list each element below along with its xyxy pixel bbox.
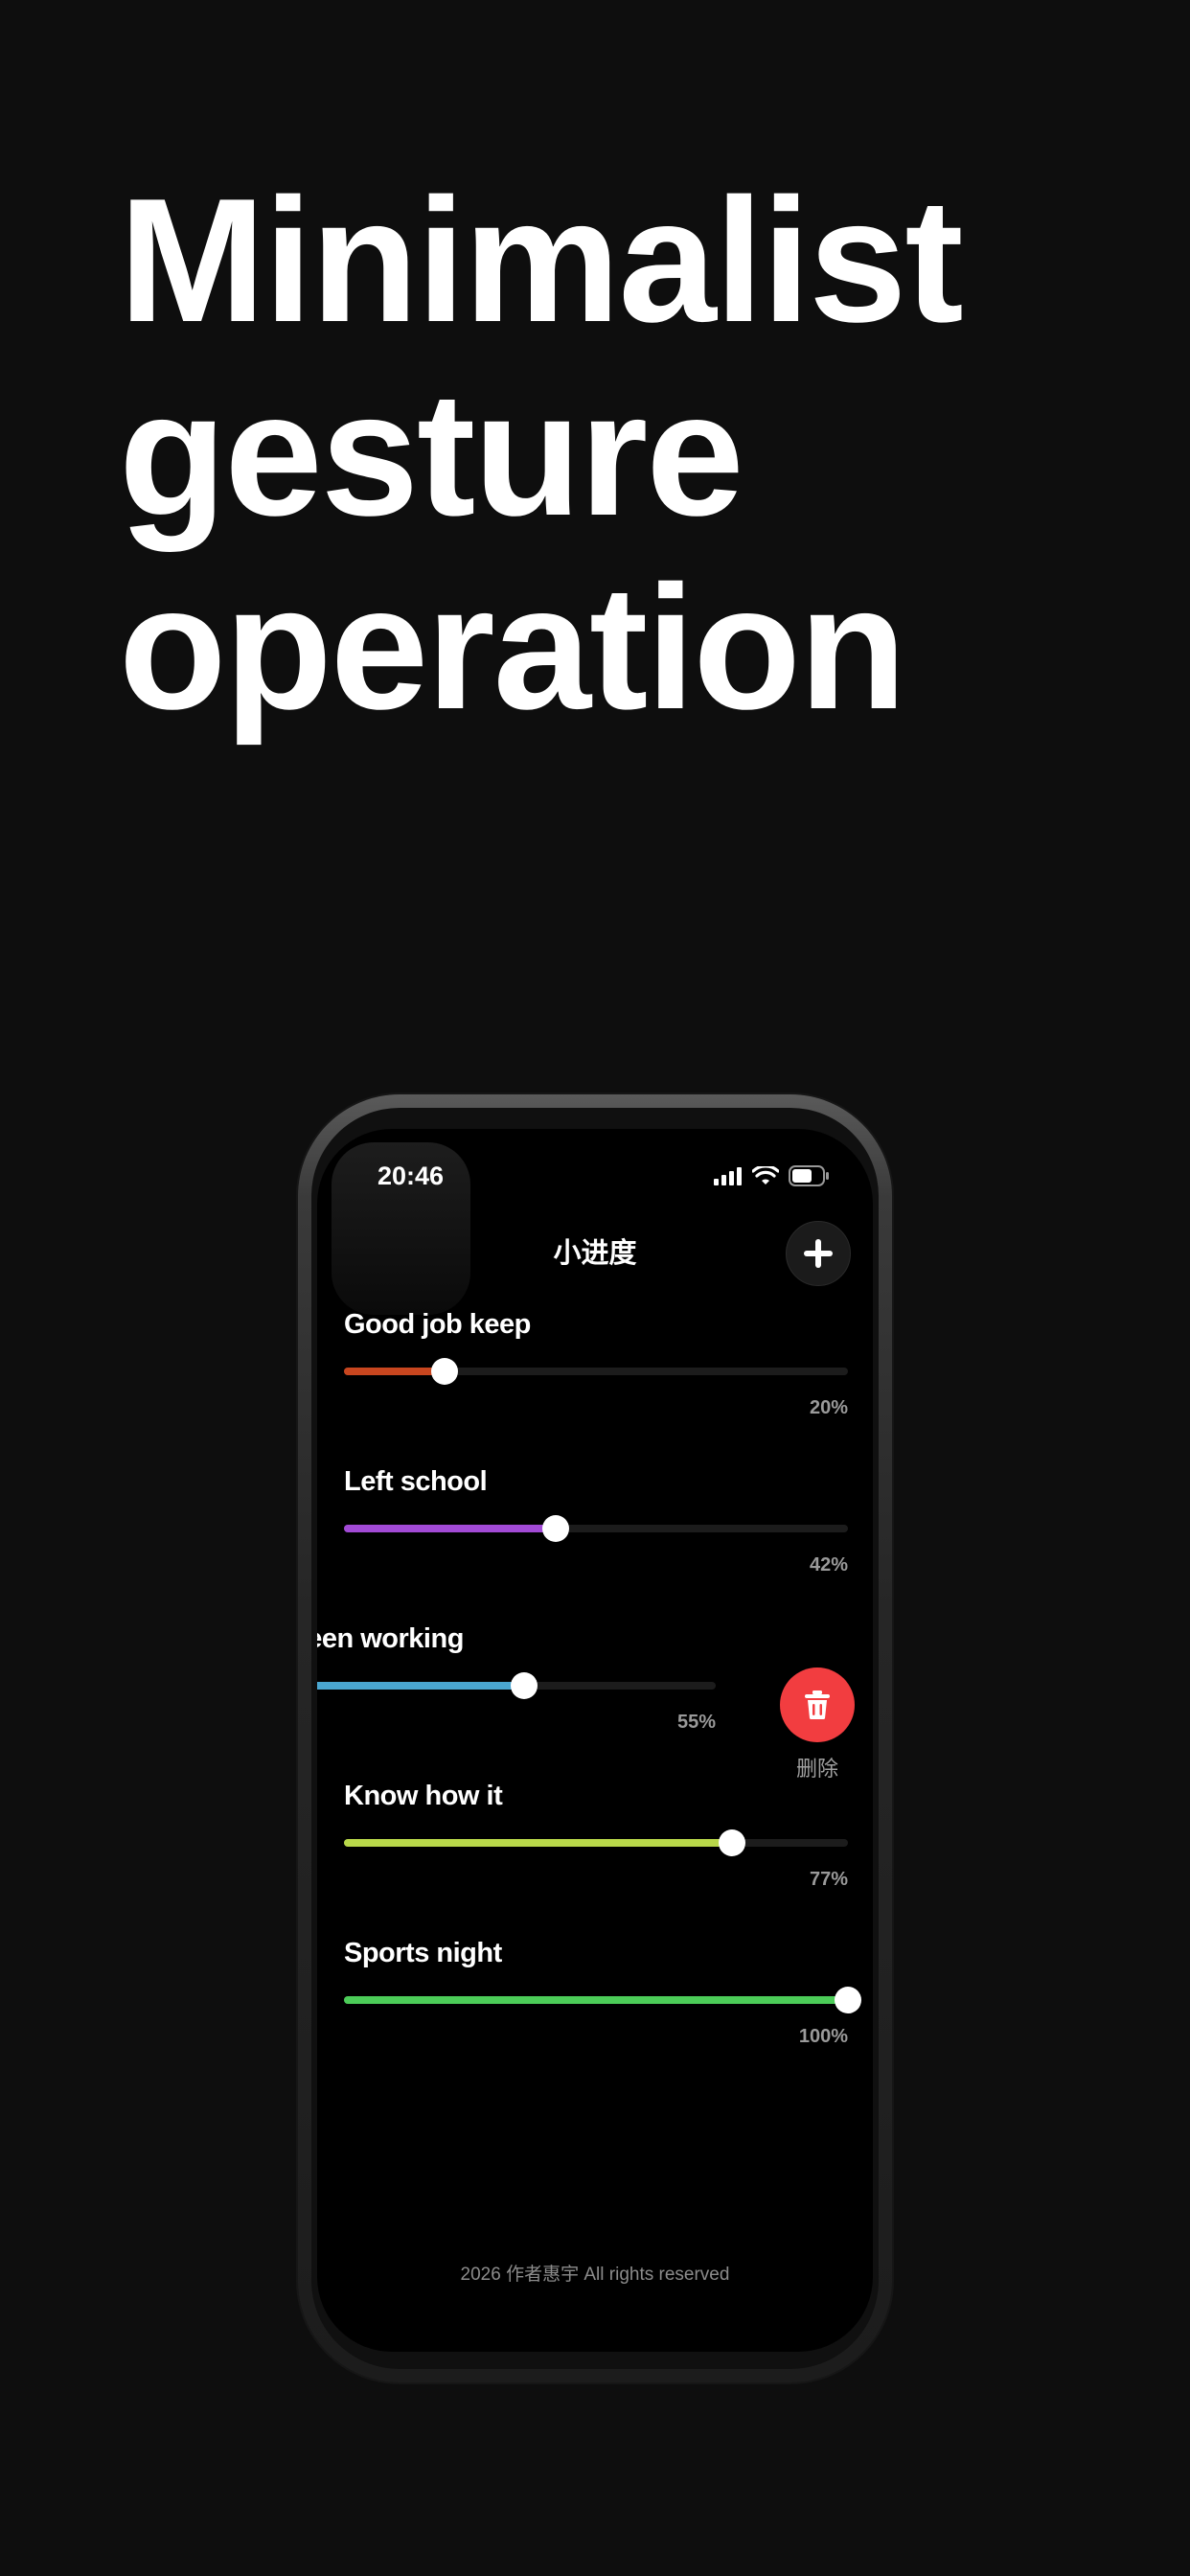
headline-line-1: Minimalist: [119, 161, 964, 358]
task-title: Good job keep: [344, 1309, 531, 1340]
cellular-signal-icon: [714, 1167, 742, 1185]
progress-percent: 100%: [798, 2026, 848, 2047]
task-title: been working: [317, 1623, 464, 1654]
progress-percent: 77%: [809, 1869, 848, 1890]
progress-slider-handle[interactable]: [835, 1987, 861, 2013]
task-title: Sports night: [344, 1938, 502, 1968]
progress-fill: [344, 1996, 848, 2004]
task-row[interactable]: Good job keep 20%: [344, 1309, 848, 1434]
status-time: 20:46: [378, 1162, 445, 1190]
progress-track[interactable]: [344, 1525, 848, 1532]
progress-fill: [344, 1368, 446, 1375]
delete-action[interactable]: 删除: [779, 1668, 856, 1782]
progress-slider-handle[interactable]: [431, 1358, 459, 1385]
progress-percent: 42%: [809, 1554, 848, 1576]
headline-line-3: operation: [119, 548, 906, 746]
progress-slider-handle[interactable]: [541, 1515, 569, 1542]
phone-frame: 20:46 小进度 Good job keep 20% Left school …: [298, 1094, 892, 2382]
progress-fill: [317, 1682, 525, 1690]
task-row[interactable]: Know how it 77%: [344, 1781, 848, 1905]
task-row[interactable]: been working 55%: [317, 1623, 716, 1748]
wifi-icon: [752, 1166, 779, 1184]
headline: Minimalist gesture operation: [119, 161, 964, 746]
task-row[interactable]: Left school 42%: [344, 1466, 848, 1591]
progress-track[interactable]: [344, 1996, 848, 2004]
task-title: Know how it: [344, 1781, 503, 1811]
delete-label: 删除: [795, 1757, 838, 1781]
battery-icon: [789, 1165, 829, 1186]
progress-percent: 55%: [676, 1712, 716, 1733]
progress-fill: [344, 1525, 556, 1532]
plus-icon: [804, 1239, 833, 1268]
progress-track[interactable]: [344, 1368, 848, 1375]
trash-icon: [805, 1690, 830, 1719]
progress-slider-handle[interactable]: [511, 1672, 538, 1699]
progress-track[interactable]: [344, 1839, 848, 1847]
progress-slider-handle[interactable]: [719, 1829, 746, 1856]
status-icons: [714, 1165, 831, 1186]
progress-fill: [344, 1839, 733, 1847]
headline-line-2: gesture: [119, 355, 744, 552]
marketing-page: Minimalist gesture operation 20:46 小进度 G…: [0, 0, 1190, 2576]
delete-button[interactable]: [780, 1668, 855, 1742]
copyright-footer: 2026 作者惠宇 All rights reserved: [460, 2265, 730, 2285]
task-row[interactable]: Sports night 100%: [344, 1938, 861, 2062]
task-title: Left school: [344, 1466, 488, 1497]
progress-percent: 20%: [809, 1397, 848, 1418]
app-screen: 20:46 小进度 Good job keep 20% Left school …: [317, 1129, 873, 2352]
add-task-button[interactable]: [786, 1221, 851, 1286]
